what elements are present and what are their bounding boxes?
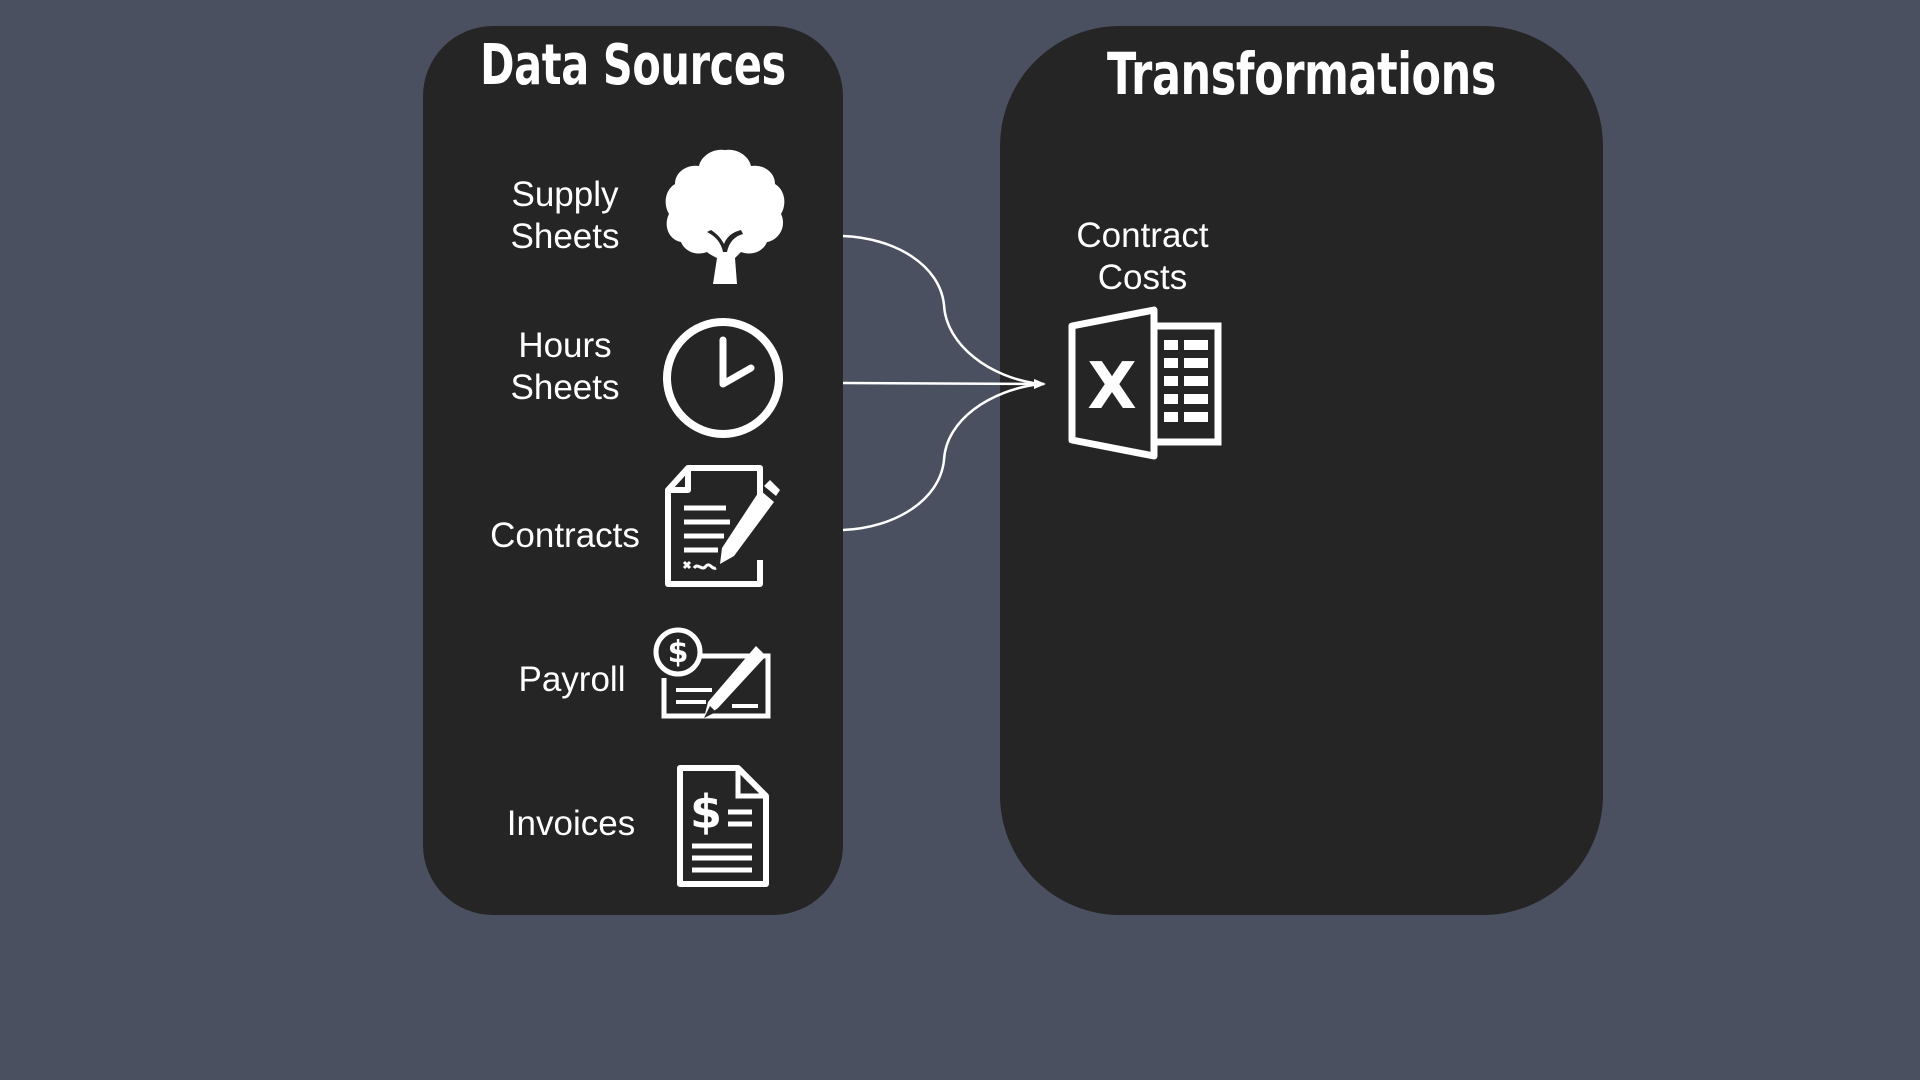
source-label-hours-sheets: Hours Sheets	[510, 326, 620, 407]
svg-text:X: X	[1087, 350, 1136, 424]
excel-spreadsheet-icon: X	[1068, 306, 1223, 460]
source-label-contracts: Contracts	[490, 516, 640, 555]
transformations-panel	[1000, 26, 1603, 915]
transformation-label-contract-costs: Contract Costs	[1076, 216, 1209, 297]
source-label-invoices: Invoices	[506, 804, 636, 843]
tree-icon	[663, 146, 787, 288]
dollar-check-icon: $	[652, 626, 772, 722]
signed-contract-icon	[664, 464, 780, 588]
svg-text:$: $	[690, 785, 722, 839]
data-sources-title: Data Sources	[480, 33, 786, 98]
source-label-supply-sheets: Supply Sheets	[510, 175, 620, 256]
transformations-title: Transformations	[1106, 40, 1497, 108]
connector-arrows	[842, 234, 1046, 532]
clock-icon	[661, 316, 785, 440]
source-label-payroll: Payroll	[518, 660, 626, 699]
svg-text:$: $	[668, 635, 689, 670]
invoice-dollar-icon: $	[676, 764, 770, 888]
